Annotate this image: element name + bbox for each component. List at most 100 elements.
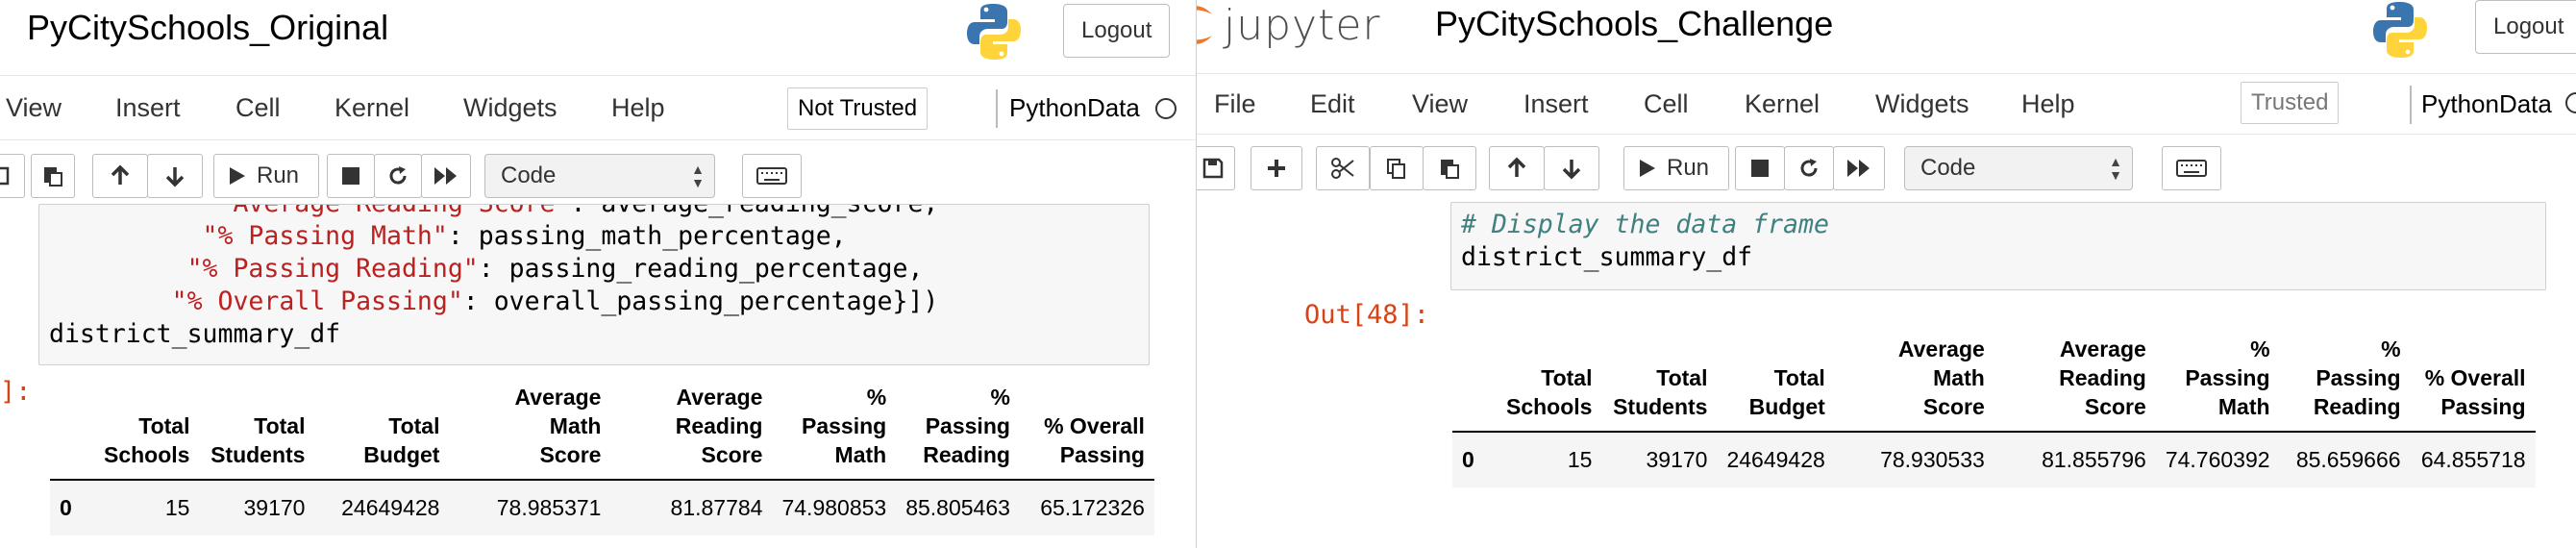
- menu-cell[interactable]: Cell: [1644, 89, 1689, 119]
- fast-forward-icon[interactable]: [1833, 146, 1885, 190]
- trust-button[interactable]: Not Trusted: [787, 87, 929, 130]
- column-header-line: Passing: [1059, 442, 1145, 467]
- notebook-title[interactable]: PyCitySchools_Original: [27, 8, 388, 48]
- stop-icon[interactable]: [1735, 146, 1785, 190]
- column-header-line: Score: [539, 442, 602, 467]
- table-cell: 65.172326: [1040, 495, 1145, 520]
- column-header-line: %: [866, 385, 887, 410]
- menu-widgets[interactable]: Widgets: [1875, 89, 1969, 119]
- code-text: : passing_math_percentage,: [447, 221, 847, 251]
- logout-button[interactable]: Logout: [1063, 4, 1171, 58]
- column-header: % Passing Reading: [896, 383, 1020, 481]
- table-cell: 15: [164, 495, 190, 520]
- restart-icon[interactable]: [374, 154, 422, 198]
- logout-button[interactable]: Logout: [2475, 0, 2576, 54]
- menu-view[interactable]: View: [1412, 89, 1468, 119]
- column-header: Total Students: [199, 383, 315, 481]
- column-header-line: Reading: [2059, 365, 2146, 390]
- code-string: "% Overall Passing": [171, 286, 463, 316]
- table-cell: 15: [1567, 447, 1593, 472]
- paste-icon[interactable]: [1423, 146, 1476, 190]
- move-up-icon[interactable]: [1489, 146, 1545, 190]
- save-icon[interactable]: [1197, 146, 1235, 190]
- table-cell: 39170: [1646, 447, 1708, 472]
- code-line: "Average Reading Score": average_reading…: [49, 205, 939, 220]
- menu-view[interactable]: View: [6, 93, 62, 123]
- column-header: % Overall Passing: [2410, 335, 2536, 433]
- run-button[interactable]: Run: [1623, 146, 1729, 190]
- select-arrows-icon: ▲ ▼: [2109, 154, 2122, 183]
- menu-insert[interactable]: Insert: [1523, 89, 1589, 119]
- restart-icon[interactable]: [1784, 146, 1834, 190]
- menu-help[interactable]: Help: [2021, 89, 2075, 119]
- table-cell: 74.980853: [781, 495, 887, 520]
- code-cell-input[interactable]: "Average Reading Score": average_reading…: [38, 204, 1150, 365]
- column-header-line: Passing: [2185, 365, 2270, 390]
- cell-type-select[interactable]: Code ▲ ▼: [1904, 146, 2133, 190]
- kernel-status-icon: [2565, 92, 2576, 113]
- table-row: 0 15 39170 24649428 78.930533 81.855796 74.760…: [1452, 432, 2536, 487]
- jupyter-logo[interactable]: jupyter: [1197, 0, 1381, 54]
- column-header: % Passing Reading: [2279, 335, 2411, 433]
- paste-icon[interactable]: [31, 154, 75, 198]
- move-up-icon[interactable]: [92, 154, 148, 198]
- menu-help[interactable]: Help: [611, 93, 665, 123]
- column-header: Average Reading Score: [1994, 335, 2156, 433]
- table-cell: 39170: [243, 495, 306, 520]
- add-cell-icon[interactable]: [1251, 146, 1302, 190]
- kernel-name[interactable]: PythonData: [1009, 93, 1140, 123]
- table-header-row: Total Schools Total Students Total Budget Aver…: [50, 383, 1154, 481]
- fast-forward-icon[interactable]: [421, 154, 471, 198]
- column-header: Average Reading Score: [610, 383, 773, 481]
- notebook-title[interactable]: PyCitySchools_Challenge: [1435, 4, 1833, 44]
- menu-insert[interactable]: Insert: [115, 93, 181, 123]
- column-header: Total Students: [1601, 335, 1718, 433]
- kernel-name[interactable]: PythonData: [2421, 89, 2552, 119]
- column-header-line: %: [2381, 336, 2401, 361]
- menu-file[interactable]: File: [1214, 89, 1256, 119]
- column-header-line: Passing: [2316, 365, 2401, 390]
- run-button[interactable]: Run: [213, 154, 319, 198]
- column-header-line: Math: [1933, 365, 1985, 390]
- move-down-icon[interactable]: [147, 154, 203, 198]
- keyboard-icon[interactable]: [742, 154, 802, 198]
- column-header-line: Average: [2059, 336, 2146, 361]
- column-header-line: Score: [701, 442, 763, 467]
- column-header-line: Students: [1613, 394, 1708, 419]
- column-header-line: Total: [388, 413, 440, 438]
- select-arrows-icon: ▲ ▼: [691, 162, 705, 190]
- stop-icon[interactable]: [327, 154, 375, 198]
- code-line: district_summary_df: [49, 318, 340, 351]
- copy-icon[interactable]: [0, 154, 25, 198]
- column-header: Total Schools: [1497, 335, 1602, 433]
- column-header-line: Average: [1897, 336, 1985, 361]
- notebook-window-original: PyCitySchools_Original Logout View Inser…: [0, 0, 1196, 548]
- run-label: Run: [257, 162, 300, 188]
- column-header-line: Total: [1541, 365, 1593, 390]
- output-prompt: ]:: [0, 377, 32, 407]
- move-down-icon[interactable]: [1544, 146, 1599, 190]
- cut-icon[interactable]: [1316, 146, 1370, 190]
- code-text: : passing_reading_percentage,: [478, 254, 924, 284]
- column-header-line: % Overall: [2424, 365, 2526, 390]
- copy-icon[interactable]: [1370, 146, 1424, 190]
- table-header-row: Total Schools Total Students Total Budget Aver…: [1452, 335, 2536, 433]
- menu-cell[interactable]: Cell: [235, 93, 281, 123]
- trust-button[interactable]: Trusted: [2241, 82, 2340, 124]
- menu-kernel[interactable]: Kernel: [1745, 89, 1820, 119]
- keyboard-icon[interactable]: [2162, 146, 2221, 190]
- menu-kernel[interactable]: Kernel: [334, 93, 409, 123]
- cell-type-select[interactable]: Code ▲ ▼: [484, 154, 715, 198]
- menu-widgets[interactable]: Widgets: [463, 93, 557, 123]
- run-icon: [230, 167, 245, 185]
- code-string: "% Passing Math": [202, 221, 448, 251]
- column-header: Total Schools: [94, 383, 200, 481]
- menu-edit[interactable]: Edit: [1310, 89, 1355, 119]
- table-cell: 64.855718: [2420, 447, 2526, 472]
- table-cell: 24649428: [341, 495, 440, 520]
- code-cell-input[interactable]: # Display the data frame district_summary…: [1450, 202, 2546, 290]
- column-header-line: Math: [834, 442, 887, 467]
